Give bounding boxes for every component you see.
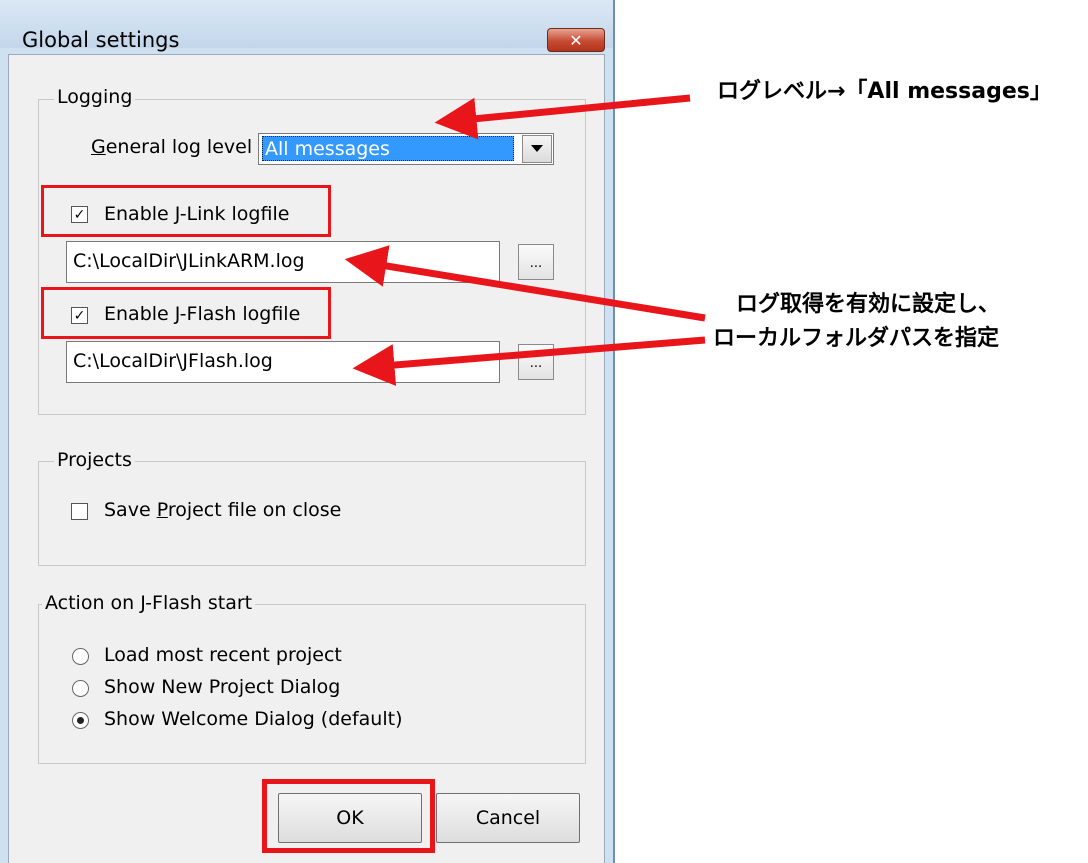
annotation-arrows xyxy=(344,94,706,386)
annotation-log-level: ログレベル→「All messages」 xyxy=(717,79,1052,104)
arrow-to-log-level xyxy=(434,94,691,140)
arrow-to-jlink-path xyxy=(344,245,706,322)
annotation-logfile-line2: ローカルフォルダパスを指定 xyxy=(713,326,1000,351)
arrow-to-jflash-path xyxy=(352,336,706,386)
annotation-logfile-line1: ログ取得を有効に設定し、 xyxy=(736,292,1001,317)
